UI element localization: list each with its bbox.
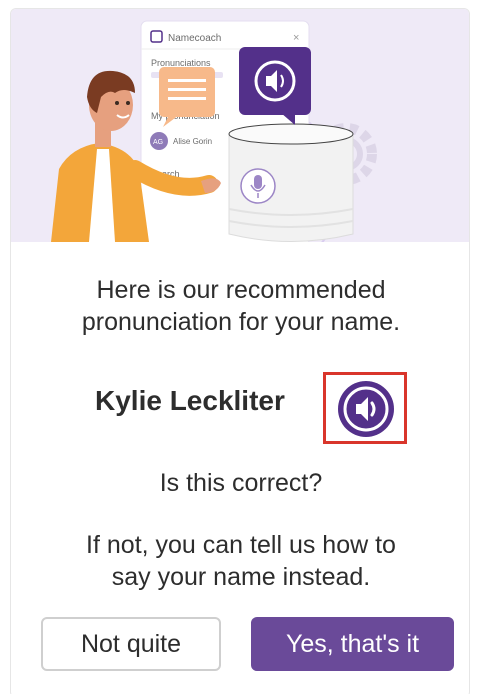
play-pronunciation-button[interactable] [323,372,407,444]
pronunciation-card: Namecoach × Pronunciations My pronunciat… [10,8,470,694]
alternative-message: If not, you can tell us how to say your … [11,529,469,593]
confirmation-question: Is this correct? [159,469,323,497]
hero-illustration: Namecoach × Pronunciations My pronunciat… [11,9,469,242]
illustration-avatar-initials: AG [153,139,163,146]
confirm-button[interactable]: Yes, that's it [251,617,454,671]
recommendation-line-2: pronunciation for your name. [81,308,401,336]
recommendation-line-1: Here is our recommended [96,276,386,304]
microphone-icon [240,168,276,204]
close-icon: × [293,32,299,44]
alternative-line-2: say your name instead. [111,563,371,591]
illustration-app-name: Namecoach [168,33,221,44]
illustration-section-pronunciations: Pronunciations [151,58,211,68]
speech-bubble-speaker-icon [239,47,311,125]
speaker-icon [338,381,394,437]
illustration-user-name: Alise Gorin [173,137,212,146]
alternative-line-1: If not, you can tell us how to [86,531,396,559]
not-quite-button[interactable]: Not quite [41,617,221,671]
user-full-name: Kylie Leckliter [95,385,285,416]
recommendation-message: Here is our recommended pronunciation fo… [11,274,469,338]
illustration-scene: Namecoach × Pronunciations My pronunciat… [51,20,377,242]
name-row: Kylie Leckliter [11,372,469,444]
